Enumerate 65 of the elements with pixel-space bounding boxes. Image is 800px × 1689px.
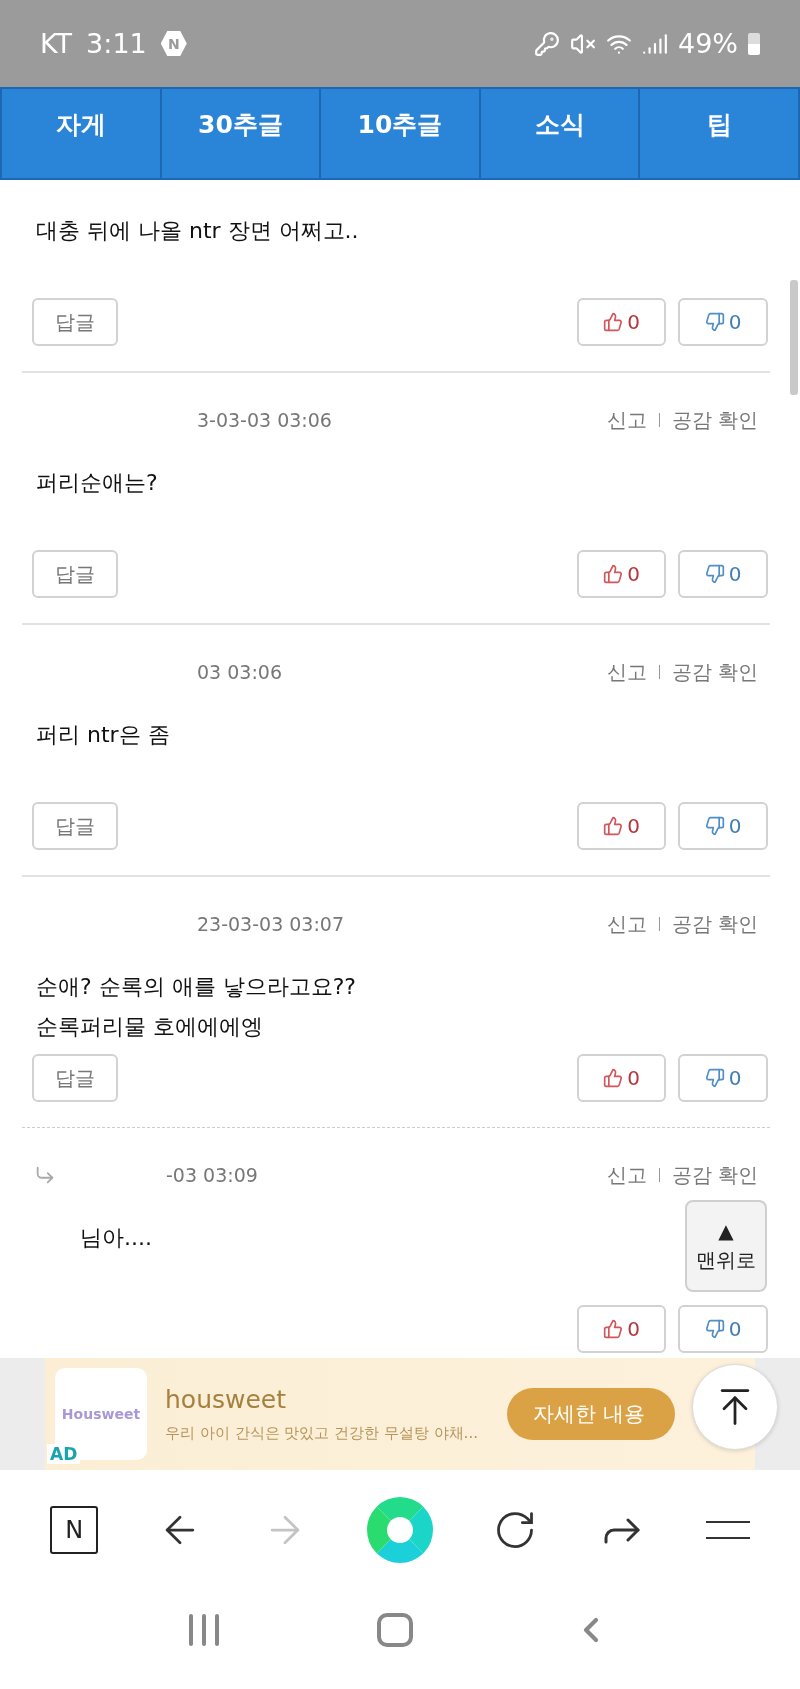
reply-button[interactable]: 답글	[32, 1054, 118, 1102]
empathy-link[interactable]: 공감 확인	[671, 1161, 758, 1189]
recent-apps-icon[interactable]	[189, 1613, 219, 1646]
like-button[interactable]: 0	[577, 550, 666, 598]
comment-text: 대충 뒤에 나올 ntr 장면 어쩌고..	[36, 217, 359, 245]
thumbs-up-icon	[603, 816, 624, 836]
dislike-button[interactable]: 0	[678, 1054, 768, 1102]
thumbs-down-icon	[704, 1068, 725, 1088]
clock: 3:11	[86, 28, 147, 59]
scroll-to-top-button[interactable]: ▲ 맨위로	[685, 1200, 767, 1292]
category-tab[interactable]: 10추글	[319, 89, 479, 178]
empathy-link[interactable]: 공감 확인	[671, 406, 758, 434]
thumbs-up-icon	[603, 1068, 624, 1088]
comment-text: 님아....	[80, 1224, 152, 1252]
thumbs-up-icon	[603, 312, 624, 332]
like-button[interactable]: 0	[577, 802, 666, 850]
comment-text: 순록퍼리물 호에에에엥	[36, 1013, 263, 1041]
ad-banner[interactable]: Housweet AD housweet 우리 아이 간식은 맛있고 건강한 무설탕 야채... 자세한 내용	[45, 1358, 755, 1470]
ad-title: housweet	[165, 1385, 288, 1414]
thumbs-down-icon	[704, 564, 725, 584]
reply-button[interactable]: 답글	[32, 802, 118, 850]
comment-date: -03 03:09	[166, 1164, 258, 1186]
category-tab[interactable]: 팁	[638, 89, 798, 178]
comment-text: 퍼리순애는?	[36, 469, 158, 497]
like-button[interactable]: 0	[577, 298, 666, 346]
comment-text: 순애? 순록의 애를 낳으라고요??	[36, 973, 356, 1001]
battery-icon	[748, 32, 760, 55]
thumbs-down-icon	[704, 312, 725, 332]
home-icon[interactable]	[377, 1612, 413, 1647]
carrier-label: KT	[40, 28, 73, 59]
comment-text: 퍼리 ntr은 좀	[36, 721, 170, 749]
report-link[interactable]: 신고	[606, 910, 647, 938]
app-notification-badge: N	[160, 29, 187, 58]
ad-description: 우리 아이 간식은 맛있고 건강한 무설탕 야채...	[165, 1424, 479, 1443]
reply-arrow-icon	[34, 1164, 56, 1186]
menu-icon[interactable]	[705, 1521, 750, 1539]
thumbs-down-icon	[704, 1319, 725, 1339]
comment-date: 03 03:06	[197, 661, 282, 683]
comment-date: 23-03-03 03:07	[197, 913, 345, 935]
ad-badge: AD	[47, 1444, 81, 1464]
dislike-button[interactable]: 0	[678, 298, 768, 346]
empathy-link[interactable]: 공감 확인	[671, 658, 758, 686]
dislike-button[interactable]: 0	[678, 550, 768, 598]
category-tab[interactable]: 30추글	[159, 89, 320, 178]
report-link[interactable]: 신고	[606, 406, 647, 434]
battery-percent: 49%	[678, 28, 738, 59]
empathy-link[interactable]: 공감 확인	[671, 910, 758, 938]
like-button[interactable]: 0	[577, 1054, 666, 1102]
key-icon	[534, 30, 560, 57]
home-button[interactable]: N	[50, 1506, 99, 1554]
report-link[interactable]: 신고	[606, 658, 647, 686]
reply-button[interactable]: 답글	[32, 298, 118, 346]
report-link[interactable]: 신고	[606, 1161, 647, 1189]
thumbs-up-icon	[603, 564, 624, 584]
dislike-button[interactable]: 0	[678, 1305, 768, 1353]
thumbs-down-icon	[704, 816, 725, 836]
comment-date: 3-03-03 03:06	[197, 409, 332, 431]
reply-button[interactable]: 답글	[32, 550, 118, 598]
thumbs-up-icon	[603, 1319, 624, 1339]
ad-details-button[interactable]: 자세한 내용	[507, 1388, 675, 1440]
category-tab[interactable]: 소식	[478, 89, 639, 178]
category-tab[interactable]: 자게	[2, 89, 160, 178]
dislike-button[interactable]: 0	[678, 802, 768, 850]
scrollbar[interactable]	[790, 280, 798, 395]
like-button[interactable]: 0	[577, 1305, 666, 1353]
